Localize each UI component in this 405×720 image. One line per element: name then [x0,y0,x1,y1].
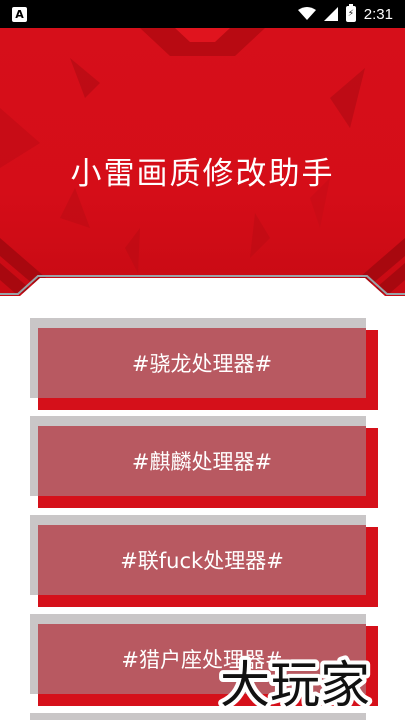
processor-button-kirin[interactable]: #麒麟处理器# [28,416,378,508]
status-bar: A ⚡ 2:31 [0,0,405,28]
app-notification-icon: A [12,6,27,22]
battery-icon: ⚡ [345,4,356,22]
processor-button-label: #联fuck处理器# [38,525,366,595]
battery-charging-glyph: ⚡ [347,9,355,19]
wifi-icon [297,7,316,20]
app-title: 小雷画质修改助手 [70,156,335,192]
status-time: 2:31 [363,5,393,23]
header-banner: 小雷画质修改助手 [0,28,405,303]
cellular-signal-icon [323,7,338,21]
status-left: A [12,6,27,22]
watermark-text: 大玩家 [220,656,370,714]
processor-button-label: #骁龙处理器# [38,328,366,398]
processor-button-mediatek[interactable]: #联fuck处理器# [28,515,378,607]
status-right: ⚡ 2:31 [297,4,393,23]
processor-button-snapdragon[interactable]: #骁龙处理器# [28,318,378,410]
processor-button-label: #麒麟处理器# [38,426,366,496]
watermark: 大玩家 大玩家 [216,652,374,715]
